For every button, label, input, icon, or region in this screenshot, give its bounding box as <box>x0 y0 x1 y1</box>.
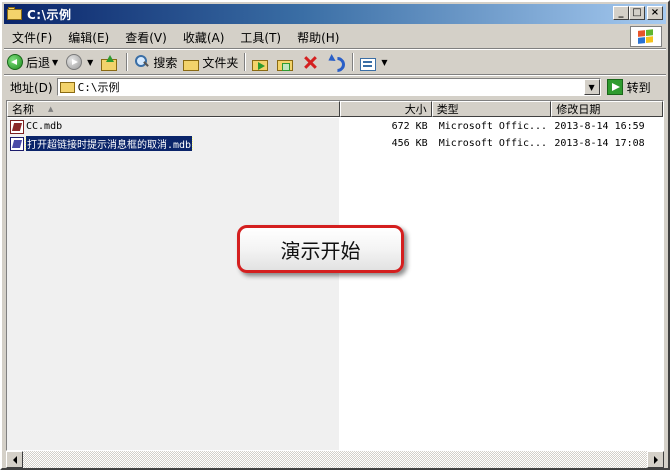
file-size: 672 KB <box>391 121 428 132</box>
window-title: C:\示例 <box>27 7 72 22</box>
column-type-label: 类型 <box>436 103 459 116</box>
list-item[interactable]: CC.mdb 672 KB Microsoft Offic... 2013-8-… <box>7 118 663 135</box>
menu-view[interactable]: 查看(V) <box>117 29 175 46</box>
address-label: 地址(D) <box>10 80 53 95</box>
toolbar-separator <box>352 53 355 71</box>
back-label: 后退 <box>26 55 51 70</box>
go-button[interactable]: 转到 <box>606 79 651 96</box>
undo-icon <box>327 54 343 70</box>
file-name: CC.mdb <box>26 121 63 132</box>
close-button[interactable]: × <box>647 6 663 20</box>
scroll-left-button[interactable] <box>6 451 23 468</box>
access-database-icon <box>10 119 24 134</box>
menu-tools[interactable]: 工具(T) <box>232 29 289 46</box>
file-type: Microsoft Offic... <box>438 138 548 149</box>
move-to-icon <box>252 59 269 71</box>
search-icon <box>134 54 150 70</box>
title-bar[interactable]: C:\示例 _ □ × <box>4 4 666 24</box>
forward-arrow-icon <box>66 54 83 70</box>
arrow-left-icon <box>12 455 17 464</box>
move-to-button[interactable] <box>249 51 274 73</box>
go-arrow-icon <box>606 79 623 95</box>
menu-bar: 文件(F) 编辑(E) 查看(V) 收藏(A) 工具(T) 帮助(H) <box>4 26 666 48</box>
folders-label: 文件夹 <box>202 55 239 70</box>
folder-icon <box>59 81 75 93</box>
sort-arrow-icon: ▲ <box>48 105 54 113</box>
up-folder-icon <box>101 55 118 71</box>
column-header-modified[interactable]: 修改日期 <box>551 101 663 117</box>
scroll-track[interactable] <box>23 451 647 468</box>
pane-shading <box>7 118 339 450</box>
file-type: Microsoft Offic... <box>438 121 548 132</box>
views-button[interactable]: ▼ <box>357 51 392 73</box>
back-button[interactable]: 后退 ▼ <box>4 51 63 73</box>
column-modified-label: 修改日期 <box>556 103 601 116</box>
up-button[interactable] <box>98 51 123 73</box>
address-input[interactable]: C:\示例 ▼ <box>56 78 601 96</box>
standard-toolbar: 后退 ▼ ▼ 搜索 文件夹 ▼ <box>4 50 666 74</box>
explorer-window: C:\示例 _ □ × 文件(F) 编辑(E) 查看(V) 收藏(A) 工具(T… <box>0 0 670 470</box>
toolbar-separator <box>244 53 247 71</box>
column-header-size[interactable]: 大小 <box>339 101 432 117</box>
access-database-icon <box>10 136 24 151</box>
chevron-down-icon[interactable]: ▼ <box>87 58 93 67</box>
column-name-label: 名称 <box>12 103 34 116</box>
search-button[interactable]: 搜索 <box>131 51 180 73</box>
file-list[interactable]: 名称 ▲ 大小 类型 修改日期 CC.mdb 672 KB Microsoft … <box>6 100 664 451</box>
chevron-down-icon[interactable]: ▼ <box>381 58 387 67</box>
views-icon <box>360 57 377 71</box>
copy-to-icon <box>277 59 294 71</box>
file-name: 打开超链接时提示消息框的取消.mdb <box>24 136 194 151</box>
file-name-cell: CC.mdb <box>7 119 340 134</box>
file-modified: 2013-8-14 17:08 <box>554 138 645 149</box>
delete-button[interactable] <box>299 51 324 73</box>
file-name-cell: 打开超链接时提示消息框的取消.mdb <box>7 136 340 151</box>
menu-help[interactable]: 帮助(H) <box>289 29 347 46</box>
file-modified: 2013-8-14 16:59 <box>554 121 645 132</box>
horizontal-scrollbar[interactable] <box>6 451 664 468</box>
address-value: C:\示例 <box>77 81 120 94</box>
scroll-right-button[interactable] <box>647 451 664 468</box>
menu-edit[interactable]: 编辑(E) <box>60 29 117 46</box>
file-size: 456 KB <box>391 138 428 149</box>
column-size-label: 大小 <box>404 103 427 116</box>
folder-icon <box>7 7 23 21</box>
minimize-button[interactable]: _ <box>613 6 629 20</box>
forward-button[interactable]: ▼ <box>63 51 98 73</box>
list-header: 名称 ▲ 大小 类型 修改日期 <box>7 101 663 117</box>
list-item[interactable]: 打开超链接时提示消息框的取消.mdb 456 KB Microsoft Offi… <box>7 135 663 152</box>
arrow-right-icon <box>653 455 658 464</box>
chevron-down-icon[interactable]: ▼ <box>52 58 58 67</box>
undo-button[interactable] <box>324 51 349 73</box>
menu-favorites[interactable]: 收藏(A) <box>175 29 233 46</box>
chevron-down-icon[interactable]: ▼ <box>583 79 600 95</box>
windows-logo-icon <box>630 26 662 47</box>
delete-icon <box>302 54 318 70</box>
column-header-type[interactable]: 类型 <box>431 101 552 117</box>
back-arrow-icon <box>7 54 23 70</box>
demo-start-button[interactable]: 演示开始 <box>237 225 404 273</box>
address-bar: 地址(D) C:\示例 ▼ 转到 <box>4 76 666 98</box>
maximize-button[interactable]: □ <box>629 6 645 20</box>
column-header-name[interactable]: 名称 ▲ <box>7 101 340 117</box>
folders-icon <box>183 59 200 71</box>
search-label: 搜索 <box>153 55 178 70</box>
toolbar-separator <box>126 53 129 71</box>
folders-button[interactable]: 文件夹 <box>180 51 241 73</box>
copy-to-button[interactable] <box>274 51 299 73</box>
go-label: 转到 <box>626 80 651 95</box>
menu-file[interactable]: 文件(F) <box>4 29 60 46</box>
